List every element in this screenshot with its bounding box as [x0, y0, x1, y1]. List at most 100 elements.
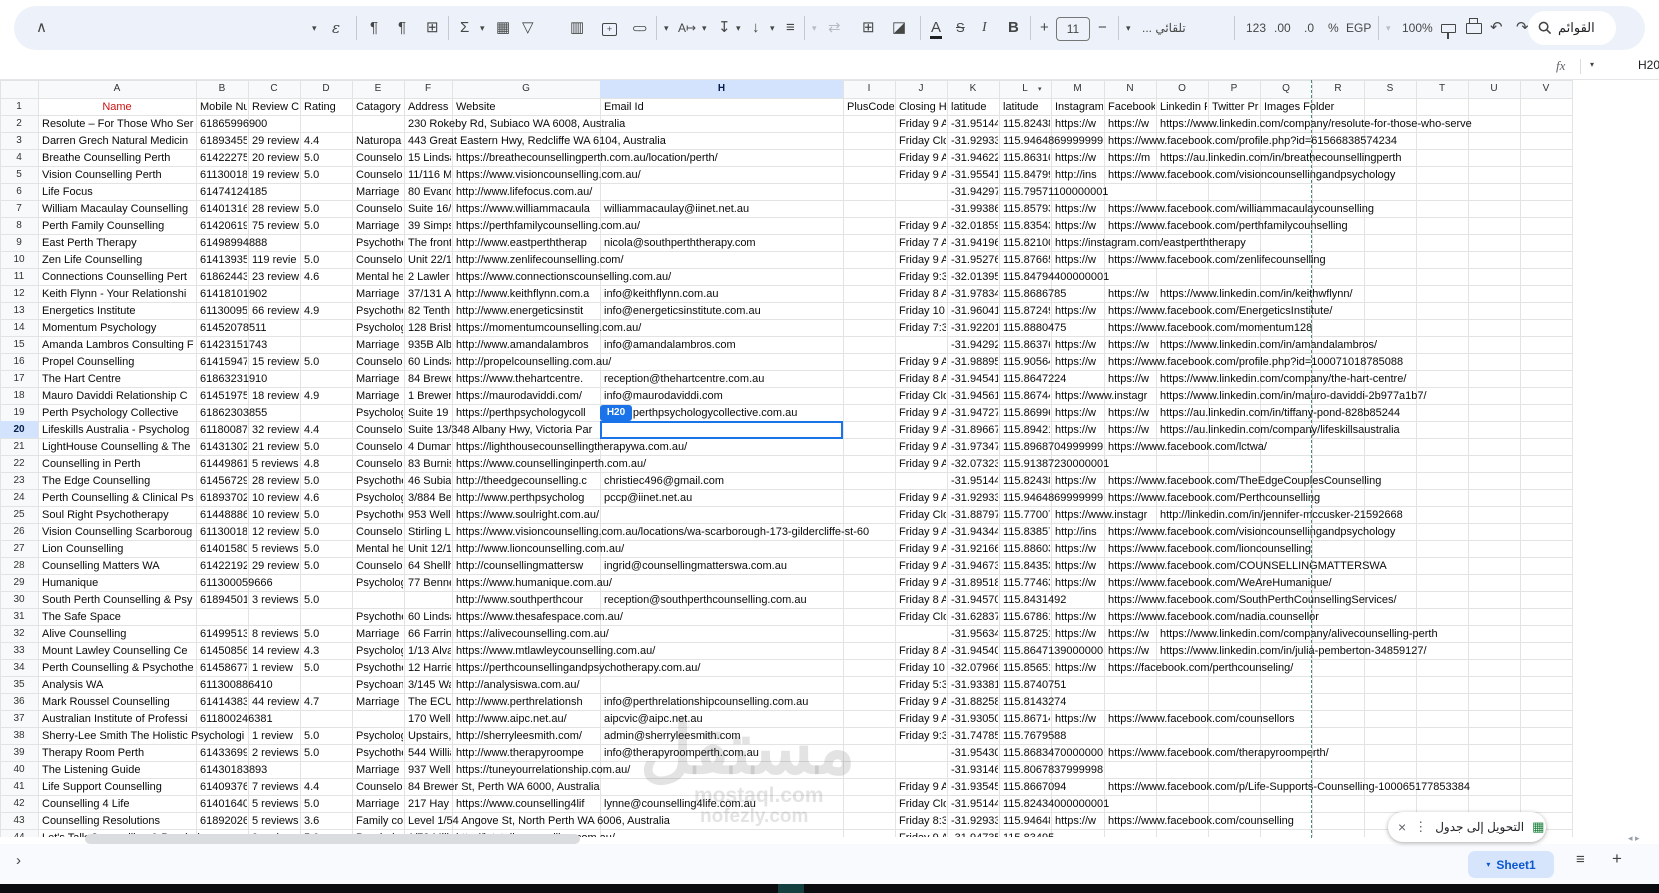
column-header-F[interactable]: F: [404, 80, 452, 98]
cell-J37[interactable]: Friday 9 A: [896, 711, 946, 727]
cell-D38[interactable]: 5.0: [301, 728, 351, 744]
cell-L29[interactable]: 115.77463: [1000, 575, 1050, 591]
cell-K6[interactable]: -31.94297: [948, 184, 998, 200]
cell-H19[interactable]: info@perthpsychologycollective.com.au: [601, 405, 894, 421]
cell-A26[interactable]: Vision Counselling Scarboroug: [39, 524, 195, 540]
cell-B12[interactable]: 61418101902: [197, 286, 351, 302]
cell-F33[interactable]: 1/13 Alva: [405, 643, 451, 659]
cell-E1[interactable]: Catagory: [353, 99, 403, 115]
row-header-34[interactable]: 34: [0, 659, 38, 676]
fill-color-icon[interactable]: ◪: [892, 6, 906, 50]
cell-K32[interactable]: -31.95634: [948, 626, 998, 642]
horizontal-scrollbar[interactable]: [85, 834, 580, 844]
cell-D23[interactable]: 5.0: [301, 473, 351, 489]
cell-C23[interactable]: 28 review: [249, 473, 299, 489]
cell-O1[interactable]: Linkedin P: [1157, 99, 1207, 115]
cell-L11[interactable]: 115.84794400000001: [1000, 269, 1571, 285]
cell-E41[interactable]: Counselor: [353, 779, 403, 795]
cell-H7[interactable]: williammacaulay@iinet.net.au: [601, 201, 946, 217]
cell-K39[interactable]: -31.95430: [948, 745, 998, 761]
cell-C34[interactable]: 1 review: [249, 660, 299, 676]
numbers-button[interactable]: 123: [1246, 6, 1266, 50]
cell-F28[interactable]: 64 Shellh: [405, 558, 451, 574]
cell-J2[interactable]: Friday 9 A: [896, 116, 946, 132]
cell-B5[interactable]: 61130018: [197, 167, 247, 183]
cell-N34[interactable]: https://facebook.com/perthcounseling/: [1105, 660, 1571, 676]
print-icon[interactable]: [1464, 6, 1484, 50]
cell-G19[interactable]: https://perthpsychologycoll: [453, 405, 599, 421]
cell-B19[interactable]: 61862303855: [197, 405, 351, 421]
cell-G32[interactable]: https://alivecounselling.com.au/: [453, 626, 946, 642]
cell-B37[interactable]: 611800246381: [197, 711, 403, 727]
cell-B14[interactable]: 61452078511: [197, 320, 351, 336]
row-header-22[interactable]: 22: [0, 455, 38, 472]
cell-L28[interactable]: 115.84353: [1000, 558, 1050, 574]
cell-J20[interactable]: Friday 9 A: [896, 422, 946, 438]
column-header-O[interactable]: O: [1156, 80, 1208, 98]
cell-K23[interactable]: -31.95144: [948, 473, 998, 489]
cell-N12[interactable]: https://w: [1105, 286, 1155, 302]
cell-A36[interactable]: Mark Roussel Counselling: [39, 694, 195, 710]
redo-icon[interactable]: ↷: [1516, 6, 1529, 50]
cell-B42[interactable]: 61401640: [197, 796, 247, 812]
cell-G28[interactable]: http://counsellingmattersw: [453, 558, 599, 574]
cell-N32[interactable]: https://w: [1105, 626, 1155, 642]
column-header-L[interactable]: L: [999, 80, 1051, 98]
cell-N15[interactable]: https://w: [1105, 337, 1155, 353]
cell-A4[interactable]: Breathe Counselling Perth: [39, 150, 195, 166]
cell-N8[interactable]: https://www.facebook.com/perthfamilycoun…: [1105, 218, 1571, 234]
cell-M29[interactable]: https://w: [1052, 575, 1103, 591]
cell-L37[interactable]: 115.86714: [1000, 711, 1050, 727]
cell-J1[interactable]: Closing Ho: [896, 99, 946, 115]
cell-J13[interactable]: Friday 10: [896, 303, 946, 319]
decimal-decrease-button[interactable]: .0: [1304, 6, 1314, 50]
cell-D3[interactable]: 4.4: [301, 133, 351, 149]
cell-B30[interactable]: 61894501: [197, 592, 247, 608]
cell-K2[interactable]: -31.95144: [948, 116, 998, 132]
cell-C38[interactable]: 1 review: [249, 728, 299, 744]
cell-L10[interactable]: 115.87665: [1000, 252, 1050, 268]
cell-F42[interactable]: 217 Hay S: [405, 796, 451, 812]
cell-B3[interactable]: 61893455: [197, 133, 247, 149]
row-header-4[interactable]: 4: [0, 149, 38, 166]
cell-C28[interactable]: 29 review: [249, 558, 299, 574]
cell-E4[interactable]: Counselor: [353, 150, 403, 166]
cell-M16[interactable]: https://w: [1052, 354, 1103, 370]
cell-B28[interactable]: 61422192: [197, 558, 247, 574]
cell-B9[interactable]: 61498994888: [197, 235, 351, 251]
cell-D26[interactable]: 5.0: [301, 524, 351, 540]
cell-A10[interactable]: Zen Life Counselling: [39, 252, 195, 268]
cell-A17[interactable]: The Hart Centre: [39, 371, 195, 387]
cell-F31[interactable]: 60 Lindsa: [405, 609, 451, 625]
cell-A14[interactable]: Momentum Psychology: [39, 320, 195, 336]
cell-A11[interactable]: Connections Counselling Pert: [39, 269, 195, 285]
cell-M10[interactable]: https://w: [1052, 252, 1103, 268]
cell-A20[interactable]: Lifeskills Australia - Psycholog: [39, 422, 195, 438]
column-header-S[interactable]: S: [1364, 80, 1416, 98]
collapse-icon[interactable]: ∧: [36, 6, 47, 50]
cell-N10[interactable]: https://www.facebook.com/zenlifecounsell…: [1105, 252, 1571, 268]
cell-K43[interactable]: -31.92933: [948, 813, 998, 829]
cell-J4[interactable]: Friday 9 A: [896, 150, 946, 166]
row-header-38[interactable]: 38: [0, 727, 38, 744]
cell-C20[interactable]: 32 review: [249, 422, 299, 438]
cell-K20[interactable]: -31.89667: [948, 422, 998, 438]
formula-bar[interactable]: [0, 56, 1659, 80]
cell-A41[interactable]: Life Support Counselling: [39, 779, 195, 795]
column-header-U[interactable]: U: [1468, 80, 1520, 98]
cell-A6[interactable]: Life Focus: [39, 184, 195, 200]
cell-H39[interactable]: info@therapyroomperth.com.au: [601, 745, 946, 761]
row-header-9[interactable]: 9: [0, 234, 38, 251]
row-header-6[interactable]: 6: [0, 183, 38, 200]
cell-L19[interactable]: 115.86996: [1000, 405, 1050, 421]
cell-J28[interactable]: Friday 9 A: [896, 558, 946, 574]
cell-G23[interactable]: http://theedgecounselling.c: [453, 473, 599, 489]
cell-L7[interactable]: 115.85793: [1000, 201, 1050, 217]
cell-M23[interactable]: https://w: [1052, 473, 1103, 489]
cell-G37[interactable]: http://www.aipc.net.au/: [453, 711, 599, 727]
cell-G11[interactable]: https://www.connectionscounselling.com.a…: [453, 269, 894, 285]
cell-N14[interactable]: https://www.facebook.com/momentum128: [1105, 320, 1571, 336]
cell-K44[interactable]: -31.94735: [948, 830, 998, 837]
cell-C5[interactable]: 19 review: [249, 167, 299, 183]
cell-E14[interactable]: Psycholog: [353, 320, 403, 336]
